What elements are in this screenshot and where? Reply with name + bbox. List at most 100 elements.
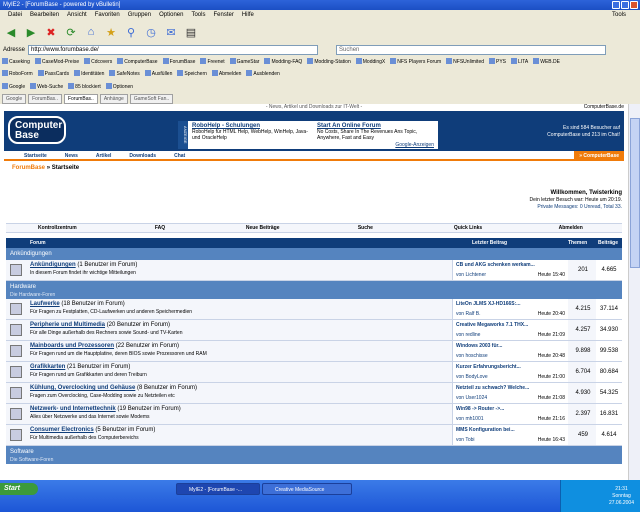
address-input[interactable]: http://www.forumbase.de/ [28, 45, 319, 55]
link-moddingx[interactable]: ModdingX [356, 58, 386, 65]
menu-datei[interactable]: Datei [4, 10, 26, 20]
search-input[interactable]: Suchen [336, 45, 607, 55]
google-options[interactable]: Optionen [106, 83, 133, 90]
link-forumbase[interactable]: ForumBase [163, 58, 196, 65]
last-post-author[interactable]: von redline [456, 332, 480, 338]
last-post-title[interactable]: Win98 -> Router ->... [456, 406, 504, 412]
clock[interactable]: 21:31 Sonntag 27.06.2004 [609, 486, 634, 507]
refresh-icon[interactable]: ⟳ [62, 23, 80, 41]
stop-icon[interactable]: ✖ [42, 23, 60, 41]
menu-favoriten[interactable]: Favoriten [91, 10, 124, 20]
web-search-button[interactable]: Web-Suche [30, 83, 63, 90]
private-messages-link[interactable]: Private Messages: 0 Unread, Total 33. [537, 204, 622, 210]
link-computerbase[interactable]: ComputerBase [117, 58, 157, 65]
category-announcements[interactable]: Ankündigungen [6, 248, 622, 260]
hide-button[interactable]: Ausblenden [246, 70, 279, 77]
last-post-title[interactable]: Creative Megaworks 7.1 THX... [456, 322, 528, 328]
google-logo[interactable]: Google [2, 83, 25, 90]
back-icon[interactable]: ◀ [2, 23, 20, 41]
link-nfs-players[interactable]: NFS Players Forum [390, 58, 441, 65]
maximize-button[interactable] [621, 1, 629, 9]
nav-startseite[interactable]: Startseite [16, 151, 57, 159]
link-nfsunlimited[interactable]: NFSUnlimited [446, 58, 484, 65]
scrollbar-thumb[interactable] [630, 118, 640, 268]
breadcrumb-forumbase[interactable]: ForumBase [12, 165, 45, 171]
tab-forumbase-1[interactable]: ForumBas.. [28, 94, 62, 104]
logoff-button[interactable]: Abmelden [212, 70, 242, 77]
forum-row[interactable]: Grafikkarten (21 Benutzer im Forum) Für F… [6, 362, 622, 383]
link-pys[interactable]: PYS [489, 58, 506, 65]
menu-gruppen[interactable]: Gruppen [124, 10, 155, 20]
computerbase-link[interactable]: » ComputerBase [574, 151, 624, 161]
link-webde[interactable]: WEB.DE [533, 58, 560, 65]
link-lita[interactable]: LITA [511, 58, 528, 65]
menu-bearbeiten[interactable]: Bearbeiten [26, 10, 63, 20]
menu-optionen[interactable]: Optionen [155, 10, 187, 20]
forum-title[interactable]: Peripherie und Multimedia [30, 322, 105, 328]
tab-anhaenge[interactable]: Anhänge [99, 94, 128, 104]
link-caseking[interactable]: Caseking [2, 58, 30, 65]
task-myie2[interactable]: MyIE2 - [ForumBase -... [176, 483, 260, 495]
print-icon[interactable]: ▤ [182, 23, 200, 41]
popup-blocked[interactable]: 85 blockiert [68, 83, 101, 90]
link-casemod-preise[interactable]: CaseMod-Preise [35, 58, 79, 65]
passcards-button[interactable]: PassCards [38, 70, 69, 77]
fill-button[interactable]: Ausfüllen [145, 70, 173, 77]
last-post-author[interactable]: von mh1001 [456, 416, 484, 422]
link-modding-faq[interactable]: Modding-FAQ [264, 58, 302, 65]
forward-icon[interactable]: ▶ [22, 23, 40, 41]
minimize-button[interactable] [612, 1, 620, 9]
tab-forumbase-2[interactable]: ForumBas.. [63, 94, 98, 104]
forum-title[interactable]: Ankündigungen [30, 262, 76, 268]
forum-title[interactable]: Grafikkarten [30, 364, 65, 370]
forum-title[interactable]: Laufwerke [30, 301, 60, 307]
link-gamestar[interactable]: GameStar [230, 58, 260, 65]
last-post-title[interactable]: Windows 2003 für... [456, 343, 502, 349]
tab-google[interactable]: Google [2, 94, 27, 104]
last-post-author[interactable]: von hoschisse [456, 353, 488, 359]
history-icon[interactable]: ◷ [142, 23, 160, 41]
forum-row[interactable]: Consumer Electronics (5 Benutzer im Foru… [6, 425, 622, 446]
menu-tools-right[interactable]: Tools [608, 10, 640, 20]
site-link[interactable]: ComputerBase.de [584, 104, 624, 110]
link-freenet[interactable]: Freenet [200, 58, 224, 65]
menu-ansicht[interactable]: Ansicht [63, 10, 91, 20]
forum-title[interactable]: Consumer Electronics [30, 427, 94, 433]
last-post-title[interactable]: CB und AKG schenken werkam... [456, 262, 535, 268]
forum-row[interactable]: Ankündigungen (1 Benutzer im Forum) In d… [6, 260, 622, 281]
ctrl-suche[interactable]: Suche [314, 224, 417, 232]
search-icon[interactable]: ⚲ [122, 23, 140, 41]
nav-downloads[interactable]: Downloads [121, 151, 166, 159]
last-post-title[interactable]: Kurzer Erfahrungsbericht... [456, 364, 521, 370]
last-post-author[interactable]: von Lichtener [456, 272, 486, 278]
forum-title[interactable]: Mainboards und Prozessoren [30, 343, 114, 349]
link-cdcovers[interactable]: Cdcovers [84, 58, 112, 65]
roboform-button[interactable]: RoboForm [2, 70, 33, 77]
ctrl-faq[interactable]: FAQ [109, 224, 212, 232]
forum-row[interactable]: Laufwerke (18 Benutzer im Forum) Für Frag… [6, 299, 622, 320]
link-modding-station[interactable]: Modding-Station [307, 58, 350, 65]
tab-gamesoft[interactable]: GameSoft Fan.. [129, 94, 174, 104]
last-post-author[interactable]: von BodyLove [456, 374, 488, 380]
close-button[interactable] [630, 1, 638, 9]
category-software[interactable]: Software Die Software-Foren [6, 446, 622, 464]
save-button[interactable]: Speichern [177, 70, 207, 77]
last-post-author[interactable]: von User1024 [456, 395, 487, 401]
ctrl-quick-links[interactable]: Quick Links [417, 224, 520, 232]
category-hardware[interactable]: Hardware Die Hardware-Foren [6, 281, 622, 299]
forum-row[interactable]: Mainboards und Prozessoren (22 Benutzer … [6, 341, 622, 362]
scrollbar[interactable] [628, 104, 640, 480]
forum-row[interactable]: Kühlung, Overclocking und Gehäuse (8 Ben… [6, 383, 622, 404]
menu-tools[interactable]: Tools [187, 10, 209, 20]
ctrl-neue-beitraege[interactable]: Neue Beiträge [211, 224, 314, 232]
forum-title[interactable]: Kühlung, Overclocking und Gehäuse [30, 385, 135, 391]
start-button[interactable]: Start [0, 483, 38, 495]
nav-news[interactable]: News [57, 151, 88, 159]
mail-icon[interactable]: ✉ [162, 23, 180, 41]
nav-chat[interactable]: Chat [166, 151, 195, 159]
favorites-icon[interactable]: ★ [102, 23, 120, 41]
computerbase-logo[interactable]: Computer Base [8, 116, 66, 144]
last-post-author[interactable]: von Ralf B. [456, 311, 480, 317]
forum-title[interactable]: Netzwerk- und Internettechnik [30, 406, 116, 412]
last-post-title[interactable]: Netzteil zu schwach? Welche... [456, 385, 529, 391]
